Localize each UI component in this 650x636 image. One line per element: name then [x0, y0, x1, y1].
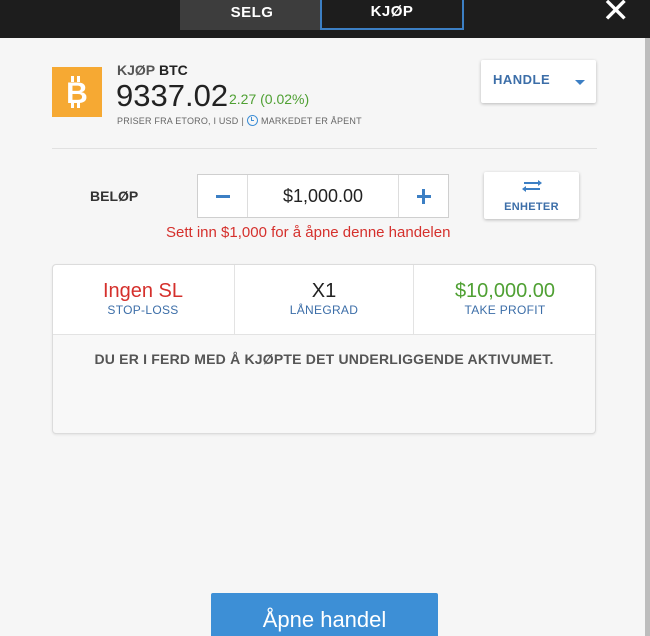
close-icon[interactable]: ✕ — [602, 0, 631, 28]
trade-panel: B KJØP BTC 9337.02 2.27 (0.02%) PRISER F… — [0, 38, 645, 636]
trade-action: KJØP — [117, 62, 156, 78]
market-status: MARKEDET ER ÅPENT — [261, 115, 362, 126]
increase-button[interactable] — [398, 175, 448, 217]
instrument-title: KJØP BTC — [117, 62, 188, 78]
instrument-symbol: BTC — [159, 62, 188, 78]
open-trade-label: Åpne handel — [262, 607, 387, 632]
clock-icon — [247, 115, 259, 126]
units-label: ENHETER — [504, 201, 559, 213]
order-type-label: HANDLE — [493, 72, 551, 87]
leverage-value: X1 — [311, 280, 337, 302]
price-source-line: PRISER FRA ETORO, I USD | MARKEDET ER ÅP… — [117, 115, 362, 126]
instrument-price: 9337.02 — [116, 78, 229, 113]
divider — [52, 148, 597, 149]
order-type-dropdown[interactable]: HANDLE — [481, 60, 596, 103]
amount-stepper: $1,000.00 — [197, 174, 449, 218]
amount-input[interactable]: $1,000.00 — [248, 175, 398, 217]
stop-loss-setting[interactable]: Ingen SL STOP-LOSS — [53, 265, 233, 335]
stop-loss-value: Ingen SL — [102, 280, 184, 302]
info-message: DU ER I FERD MED Å KJØPTE DET UNDERLIGGE… — [94, 351, 554, 367]
swap-icon — [522, 180, 542, 192]
leverage-setting[interactable]: X1 LÅNEGRAD — [234, 265, 414, 335]
deposit-warning: Sett inn $1,000 for å åpne denne handele… — [166, 224, 451, 241]
trade-mode-bar: SELG KJØP ✕ — [0, 0, 650, 38]
price-source: PRISER FRA ETORO, I USD — [117, 115, 239, 126]
units-toggle-button[interactable]: ENHETER — [484, 172, 579, 219]
stop-loss-label: STOP-LOSS — [107, 303, 179, 317]
separator: | — [241, 115, 245, 126]
bitcoin-icon: B — [52, 67, 102, 117]
scrollbar[interactable] — [645, 38, 650, 636]
open-trade-button[interactable]: Åpne handel — [211, 593, 438, 636]
trade-settings-row: Ingen SL STOP-LOSS X1 LÅNEGRAD $10,000.0… — [53, 265, 595, 335]
take-profit-setting[interactable]: $10,000.00 TAKE PROFIT — [415, 265, 595, 335]
trade-settings-card: Ingen SL STOP-LOSS X1 LÅNEGRAD $10,000.0… — [52, 264, 596, 434]
price-change: 2.27 (0.02%) — [229, 91, 310, 107]
amount-label: BELØP — [90, 188, 139, 204]
caret-down-icon — [575, 80, 585, 85]
decrease-button[interactable] — [198, 175, 248, 217]
leverage-label: LÅNEGRAD — [289, 303, 359, 317]
tab-sell[interactable]: SELG — [180, 0, 324, 30]
tab-buy[interactable]: KJØP — [320, 0, 464, 30]
take-profit-label: TAKE PROFIT — [464, 303, 546, 317]
take-profit-value: $10,000.00 — [454, 280, 556, 302]
